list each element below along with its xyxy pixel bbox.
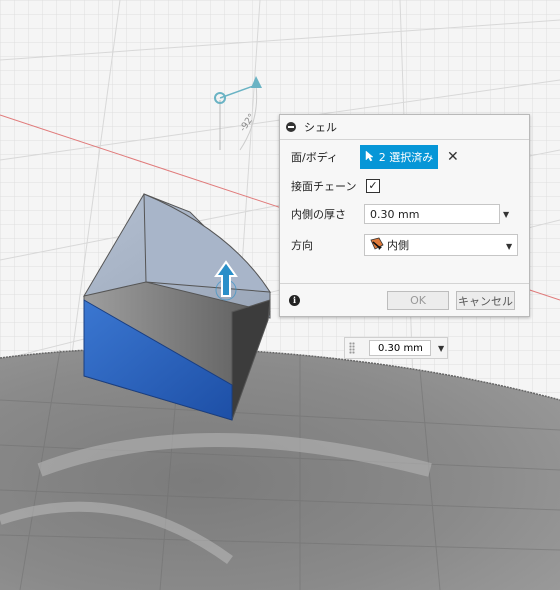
- faces-selection-button[interactable]: 2 選択済み: [360, 145, 438, 169]
- direction-value: 内側: [387, 239, 409, 252]
- dialog-footer: i OK キャンセル: [280, 283, 529, 317]
- inside-thickness-label: 内側の厚さ: [291, 208, 346, 221]
- floor-surface: [0, 348, 560, 590]
- drag-grip-icon[interactable]: [349, 342, 355, 354]
- minus-circle-icon[interactable]: [286, 122, 296, 132]
- direction-label: 方向: [291, 239, 313, 252]
- floating-dropdown-icon[interactable]: ▼: [438, 344, 444, 353]
- floating-thickness-field[interactable]: 0.30 mm: [369, 340, 431, 356]
- tangent-chain-label: 接面チェーン: [291, 180, 357, 193]
- info-icon[interactable]: i: [289, 295, 300, 306]
- clear-selection-icon[interactable]: ✕: [447, 149, 459, 165]
- shell-dialog: シェル 面/ボディ 2 選択済み ✕ 接面チェーン ✓ 内側の厚さ 0.30 m…: [279, 114, 530, 317]
- dialog-title: シェル: [304, 121, 337, 134]
- thickness-dropdown-icon[interactable]: ▼: [503, 210, 509, 219]
- dialog-header: シェル: [280, 115, 529, 140]
- ok-button[interactable]: OK: [387, 291, 449, 310]
- selection-count: 2 選択済み: [378, 151, 434, 164]
- inside-thickness-row: 内側の厚さ 0.30 mm ▼: [280, 204, 529, 224]
- inside-direction-icon: [370, 237, 384, 254]
- tangent-chain-row: 接面チェーン ✓: [280, 177, 529, 195]
- inside-thickness-input[interactable]: 0.30 mm: [364, 204, 500, 224]
- pointer-arrow-icon: [365, 149, 374, 165]
- direction-select[interactable]: 内側 ▼: [364, 234, 518, 256]
- floating-thickness-input: 0.30 mm ▼: [344, 337, 448, 359]
- tangent-chain-checkbox[interactable]: ✓: [366, 179, 380, 193]
- direction-row: 方向 内側 ▼: [280, 234, 529, 256]
- faces-label: 面/ボディ: [291, 151, 338, 164]
- faces-row: 面/ボディ 2 選択済み ✕: [280, 145, 529, 169]
- direction-dropdown-icon: ▼: [506, 242, 513, 251]
- cancel-button[interactable]: キャンセル: [456, 291, 515, 310]
